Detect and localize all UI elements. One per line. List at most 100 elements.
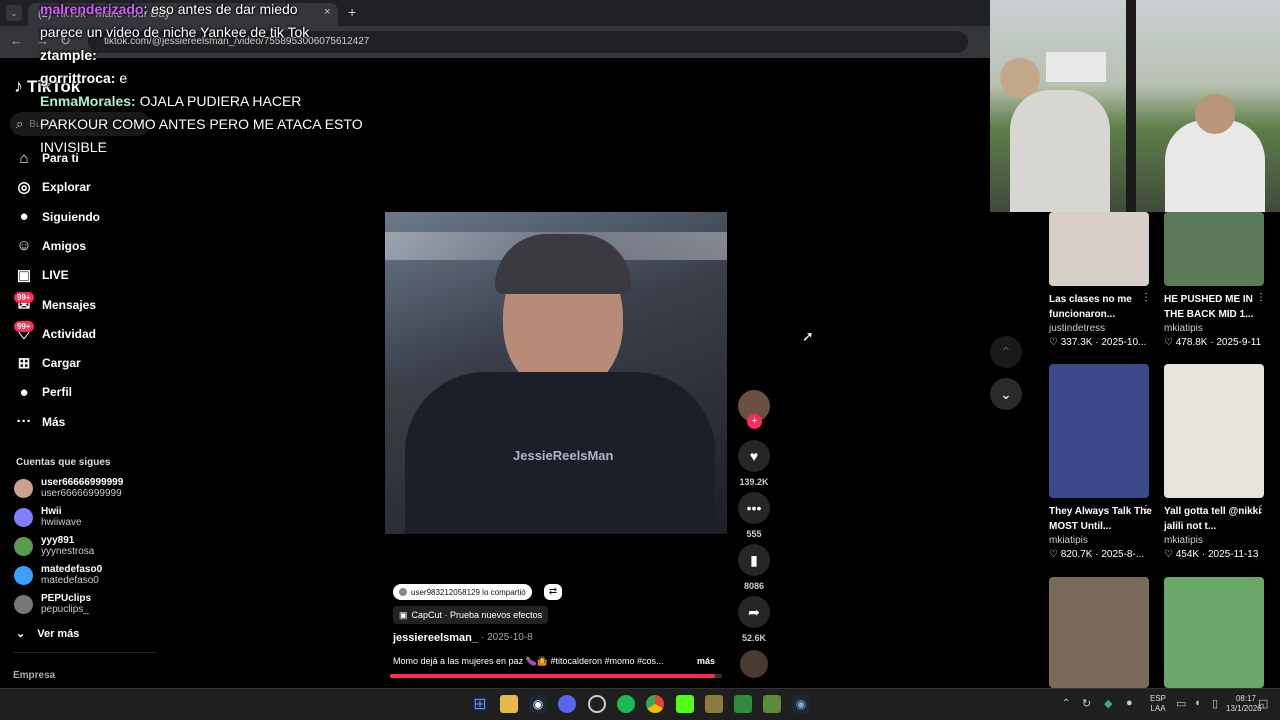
suggested-video-thumbnail[interactable] bbox=[1049, 212, 1149, 286]
more-options-icon[interactable]: ⋮ bbox=[1256, 292, 1266, 303]
music-disc[interactable] bbox=[738, 650, 770, 678]
nav-item-actividad[interactable]: ♡ 99+ Actividad bbox=[14, 320, 96, 347]
next-video-button[interactable]: ⌄ bbox=[990, 378, 1022, 410]
chrome-icon[interactable] bbox=[646, 695, 664, 713]
avatar bbox=[14, 507, 33, 527]
bookmark-icon: ▮ bbox=[738, 544, 770, 576]
following-account[interactable]: yyy891 yyynestrosa bbox=[14, 531, 94, 561]
notification-badge: 99+ bbox=[14, 291, 34, 303]
follow-plus-icon[interactable]: + bbox=[747, 414, 762, 429]
sync-icon[interactable]: ↻ bbox=[1082, 697, 1091, 710]
suggested-video-caption[interactable]: Las clases no me funcionaron... bbox=[1049, 292, 1154, 322]
following-account[interactable]: user66666999999 user66666999999 bbox=[14, 473, 123, 503]
minecraft-icon[interactable] bbox=[734, 695, 752, 713]
profile-icon: ● bbox=[19, 383, 29, 401]
webcam-overlay bbox=[990, 0, 1280, 212]
back-icon[interactable]: ← bbox=[10, 33, 23, 48]
nav-item-mensajes[interactable]: ✉ 99+ Mensajes bbox=[14, 291, 96, 318]
following-account[interactable]: Hwii hwiiwave bbox=[14, 502, 82, 532]
repost-icon[interactable]: ⇄ bbox=[544, 584, 562, 600]
file-explorer-icon[interactable] bbox=[500, 695, 518, 713]
compass-icon: ◎ bbox=[17, 179, 31, 197]
suggested-video-caption[interactable]: Yall gotta tell @nikki jalili not t... bbox=[1164, 504, 1269, 534]
suggested-video-caption[interactable]: HE PUSHED ME IN THE BACK MID 1... bbox=[1164, 292, 1269, 322]
chat-message: parece un video de niche Yankee de tik T… bbox=[40, 21, 370, 44]
suggested-video-thumbnail[interactable] bbox=[1049, 577, 1149, 688]
share-button[interactable]: ➦ 52.6K bbox=[738, 596, 770, 643]
shield-icon[interactable]: ◆ bbox=[1104, 697, 1112, 710]
nav-item-amigos[interactable]: ☺ Amigos bbox=[14, 233, 86, 259]
suggested-video-author[interactable]: mkiatipis bbox=[1049, 535, 1088, 546]
chat-text: INVISIBLE bbox=[40, 139, 107, 155]
volume-icon[interactable]: ◖ bbox=[1194, 697, 1201, 709]
suggested-video-thumbnail[interactable] bbox=[1164, 212, 1264, 286]
suggested-video-thumbnail[interactable] bbox=[1049, 364, 1149, 498]
previous-video-button[interactable]: ⌃ bbox=[990, 336, 1022, 368]
video-progress-track[interactable] bbox=[390, 674, 722, 678]
tray-chevron-icon[interactable]: ⌃ bbox=[1062, 698, 1070, 709]
steam-secondary-icon[interactable]: ◉ bbox=[792, 695, 810, 713]
spotify-icon[interactable] bbox=[617, 695, 635, 713]
account-handle: hwiiwave bbox=[41, 517, 82, 528]
nav-item-explorar[interactable]: ◎ Explorar bbox=[14, 174, 90, 200]
more-options-icon[interactable]: ⋮ bbox=[1256, 504, 1266, 515]
network-icon[interactable]: ▭ bbox=[1176, 697, 1186, 710]
nav-item-m-s[interactable]: ··· Más bbox=[14, 409, 66, 435]
suggested-video-author[interactable]: mkiatipis bbox=[1164, 535, 1203, 546]
nav-item-siguiendo[interactable]: ● Siguiendo bbox=[14, 204, 100, 230]
app-folder-icon[interactable] bbox=[705, 695, 723, 713]
video-author-line: jessiereelsman_ · 2025-10-8 bbox=[393, 632, 533, 644]
suggested-video-author[interactable]: justindetress bbox=[1049, 323, 1105, 334]
mic-icon[interactable]: ● bbox=[1126, 697, 1133, 709]
suggested-video-stats: ♡ 820.7K · 2025-8-... bbox=[1049, 549, 1144, 560]
chat-text: PARKOUR COMO ANTES PERO ME ATACA ESTO bbox=[40, 116, 363, 132]
more-options-icon[interactable]: ⋮ bbox=[1141, 292, 1151, 303]
search-icon: ⌕ bbox=[16, 116, 24, 131]
author-avatar-button[interactable]: + bbox=[738, 390, 770, 429]
chat-username: ztample: bbox=[40, 47, 97, 63]
suggested-video-caption[interactable]: They Always Talk The MOST Until... bbox=[1049, 504, 1154, 534]
comment-button[interactable]: ••• 555 bbox=[738, 492, 770, 539]
separator: · bbox=[1199, 549, 1208, 560]
suggested-video-thumbnail[interactable] bbox=[1164, 364, 1264, 498]
following-account[interactable]: PEPUclips pepuclips_ bbox=[14, 589, 91, 619]
language-indicator[interactable]: ESP LAA bbox=[1150, 694, 1166, 714]
nav-item-perfil[interactable]: ● Perfil bbox=[14, 379, 72, 405]
save-button[interactable]: ▮ 8086 bbox=[738, 544, 770, 591]
account-text: matedefaso0 matedefaso0 bbox=[41, 564, 102, 586]
effect-tag[interactable]: ▣ CapCut · Prueba nuevos efectos bbox=[393, 606, 549, 624]
nav-item-live[interactable]: ▣ LIVE bbox=[14, 262, 69, 288]
company-link[interactable]: Empresa bbox=[13, 670, 55, 681]
caption-more-link[interactable]: más bbox=[697, 656, 715, 666]
following-account[interactable]: matedefaso0 matedefaso0 bbox=[14, 560, 102, 590]
repost-badge[interactable]: user983212058129 lo compartió bbox=[393, 584, 532, 600]
tab-search-icon[interactable]: ⌄ bbox=[6, 5, 22, 21]
nav-item-cargar[interactable]: ⊞ Cargar bbox=[14, 350, 81, 376]
notification-icon[interactable]: ◱ bbox=[1258, 697, 1268, 710]
following-icon: ● bbox=[19, 208, 29, 226]
clock[interactable]: 08:17 13/1/2026 bbox=[1226, 694, 1262, 714]
account-name: PEPUclips bbox=[41, 593, 92, 604]
start-icon[interactable]: ⊞ bbox=[471, 695, 489, 713]
account-text: user66666999999 user66666999999 bbox=[41, 477, 123, 499]
game-icon[interactable] bbox=[763, 695, 781, 713]
chat-message: PARKOUR COMO ANTES PERO ME ATACA ESTO bbox=[40, 113, 370, 136]
like-count: 478.8K bbox=[1175, 337, 1208, 348]
battery-icon[interactable]: ▯ bbox=[1212, 697, 1218, 710]
like-button[interactable]: ♥ 139.2K bbox=[738, 440, 770, 487]
suggested-video-thumbnail[interactable] bbox=[1164, 577, 1264, 688]
discord-icon[interactable] bbox=[558, 695, 576, 713]
account-handle: yyynestrosa bbox=[41, 546, 95, 557]
video-player[interactable]: JessieReelsMan bbox=[385, 212, 727, 534]
app-icon[interactable] bbox=[588, 695, 606, 713]
chat-message: EnmaMorales: OJALA PUDIERA HACER bbox=[40, 90, 370, 113]
suggested-video-author[interactable]: mkiatipis bbox=[1164, 323, 1203, 334]
video-author[interactable]: jessiereelsman_ bbox=[393, 632, 478, 644]
divider bbox=[12, 652, 157, 653]
see-more-button[interactable]: ⌄ Ver más bbox=[16, 627, 79, 641]
kick-icon[interactable] bbox=[676, 695, 694, 713]
steam-icon[interactable]: ◉ bbox=[529, 695, 547, 713]
more-options-icon[interactable]: ⋮ bbox=[1141, 504, 1151, 515]
effect-icon: ▣ bbox=[399, 609, 408, 620]
suggested-video-stats: ♡ 337.3K · 2025-10... bbox=[1049, 337, 1146, 348]
